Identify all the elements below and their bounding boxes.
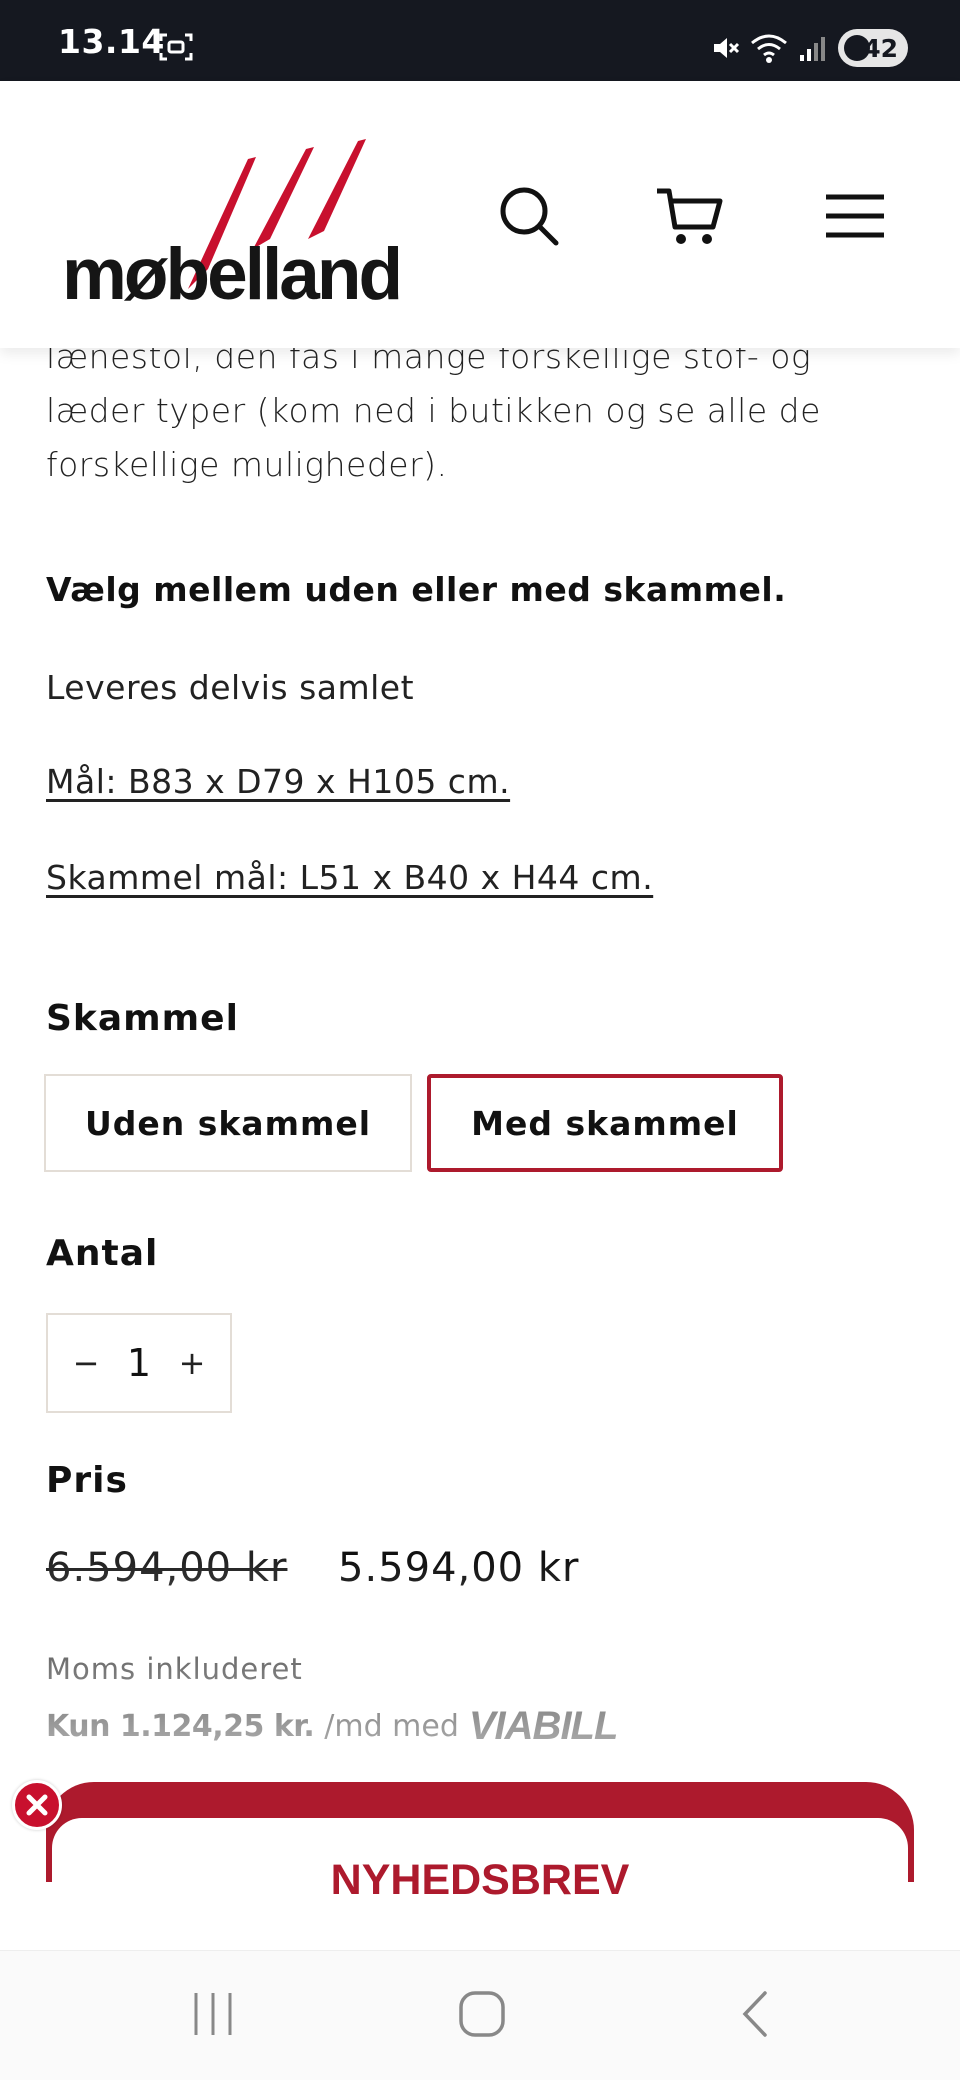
original-price: 6.594,00 kr [46, 1545, 288, 1591]
battery-saver-icon [844, 35, 870, 61]
stool-measurements: Skammel mål: L51 x B40 x H44 cm. [46, 858, 654, 897]
logo-text: møbelland [62, 234, 403, 315]
newsletter-title[interactable]: NYHEDSBREV [331, 1856, 630, 1953]
back-icon[interactable] [735, 1989, 775, 2039]
description-text: lænestol, den fås i mange forskellige st… [46, 330, 916, 492]
sale-price: 5.594,00 kr [338, 1545, 580, 1591]
installment-amount: Kun 1.124,25 kr. [46, 1709, 315, 1744]
installment-info: Kun 1.124,25 kr. /md med VIABILL [46, 1704, 619, 1749]
status-time: 13.14 [58, 22, 165, 61]
quantity-label: Antal [46, 1233, 159, 1274]
recent-apps-icon[interactable] [190, 1989, 236, 2039]
price-label: Pris [46, 1460, 128, 1501]
description-line: læder typer (kom ned i butikken og se al… [46, 391, 821, 430]
close-icon [26, 1794, 48, 1816]
battery-indicator: 42 [838, 29, 908, 67]
viabill-logo[interactable]: VIABILL [469, 1704, 619, 1749]
signal-icon [800, 37, 825, 61]
screenshot-icon [159, 33, 193, 61]
quantity-decrease-button[interactable]: − [66, 1344, 106, 1382]
logo[interactable]: møbelland [58, 139, 408, 315]
search-icon[interactable] [494, 181, 564, 251]
system-navigation-bar [0, 1950, 960, 2080]
product-details: lænestol, den fås i mange forskellige st… [46, 330, 916, 897]
cart-icon[interactable] [655, 181, 725, 251]
variant-label: Skammel [46, 998, 239, 1039]
tax-note: Moms inkluderet [46, 1652, 303, 1686]
home-icon[interactable] [457, 1989, 507, 2039]
description-line: forskellige muligheder). [46, 445, 448, 484]
assembly-note: Leveres delvis samlet [46, 668, 415, 707]
mute-icon [714, 38, 740, 58]
chair-measurements: Mål: B83 x D79 x H105 cm. [46, 762, 511, 801]
variant-option-uden-skammel[interactable]: Uden skammel [44, 1074, 412, 1172]
site-header: møbelland [0, 81, 960, 348]
newsletter-close-button[interactable] [12, 1780, 62, 1830]
status-icons: 42 [710, 28, 908, 68]
newsletter-popup[interactable]: NYHEDSBREV [52, 1818, 908, 1953]
variant-option-med-skammel[interactable]: Med skammel [427, 1074, 783, 1172]
menu-icon[interactable] [820, 181, 890, 251]
quantity-increase-button[interactable]: + [172, 1344, 212, 1382]
wifi-icon [751, 34, 787, 63]
installment-text: /md med [324, 1709, 459, 1744]
variant-hint: Vælg mellem uden eller med skammel. [46, 570, 787, 609]
status-bar: 13.14 42 [0, 0, 960, 81]
quantity-value[interactable]: 1 [127, 1341, 151, 1385]
quantity-stepper: − 1 + [46, 1313, 232, 1413]
